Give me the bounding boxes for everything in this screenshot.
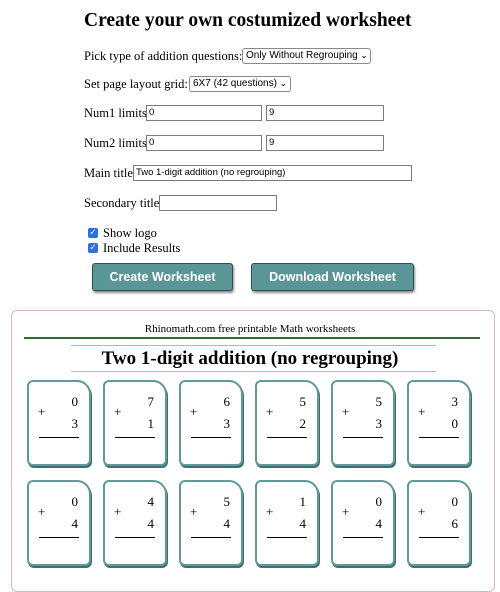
plus-sign: + (114, 504, 122, 519)
title-bottom-rule (71, 371, 436, 372)
layout-select[interactable]: 6X7 (42 questions) ⌄ (189, 76, 291, 92)
addend-top: 1 (299, 494, 307, 509)
addend-top: 6 (223, 394, 231, 409)
type-label: Pick type of addition questions: (84, 49, 243, 63)
num1-min-input[interactable]: 0 (146, 105, 262, 121)
answer-line (343, 437, 383, 438)
problem-card: +3 0 (407, 380, 471, 466)
answer-line (419, 537, 459, 538)
problem-card: +4 4 (103, 480, 167, 566)
chevron-down-icon: ⌄ (360, 51, 368, 60)
addend-bottom: 1 (147, 416, 155, 431)
problem-card: +0 6 (407, 480, 471, 566)
main-title-label: Main title (84, 166, 133, 180)
plus-sign: + (38, 404, 46, 419)
addend-bottom: 3 (71, 416, 79, 431)
layout-label: Set page layout grid: (84, 77, 188, 91)
problem-card: +0 3 (27, 380, 91, 466)
addend-top: 0 (71, 394, 79, 409)
answer-line (39, 437, 79, 438)
title-top-rule (71, 345, 436, 346)
type-select[interactable]: Only Without Regrouping ⌄ (242, 48, 372, 64)
num1-label: Num1 limits (84, 106, 147, 120)
addend-bottom: 2 (299, 416, 307, 431)
addend-top: 5 (375, 394, 383, 409)
addend-bottom: 6 (451, 516, 459, 531)
num2-max-input[interactable]: 9 (266, 135, 384, 151)
plus-sign: + (418, 404, 426, 419)
create-worksheet-button[interactable]: Create Worksheet (92, 263, 233, 291)
include-results-label: Include Results (103, 241, 181, 255)
num2-label: Num2 limits (84, 136, 147, 150)
addend-top: 0 (71, 494, 79, 509)
num2-min-input[interactable]: 0 (146, 135, 262, 151)
plus-sign: + (190, 404, 198, 419)
addend-bottom: 4 (299, 516, 307, 531)
addend-top: 5 (299, 394, 307, 409)
main-title-input[interactable]: Two 1-digit addition (no regrouping) (133, 165, 412, 181)
answer-line (191, 437, 231, 438)
addend-top: 3 (451, 394, 459, 409)
answer-line (267, 437, 307, 438)
plus-sign: + (266, 504, 274, 519)
answer-line (267, 537, 307, 538)
plus-sign: + (418, 504, 426, 519)
plus-sign: + (266, 404, 274, 419)
layout-select-value: 6X7 (42 questions) (193, 78, 277, 89)
addend-bottom: 4 (147, 516, 155, 531)
answer-line (39, 537, 79, 538)
addend-bottom: 4 (71, 516, 79, 531)
type-select-value: Only Without Regrouping (246, 50, 358, 61)
plus-sign: + (190, 504, 198, 519)
problem-card: +5 2 (255, 380, 319, 466)
addend-bottom: 4 (375, 516, 383, 531)
addend-bottom: 3 (223, 416, 231, 431)
addend-top: 4 (147, 494, 155, 509)
problem-card: +0 4 (331, 480, 395, 566)
plus-sign: + (342, 504, 350, 519)
problem-card: +1 4 (255, 480, 319, 566)
problem-card: +6 3 (179, 380, 243, 466)
include-results-checkbox[interactable]: ✓ (88, 243, 98, 253)
secondary-title-label: Secondary title (84, 196, 160, 210)
answer-line (343, 537, 383, 538)
answer-line (419, 437, 459, 438)
problem-card: +7 1 (103, 380, 167, 466)
answer-line (191, 537, 231, 538)
addend-bottom: 0 (451, 416, 459, 431)
addend-top: 0 (451, 494, 459, 509)
problem-card: +0 4 (27, 480, 91, 566)
plus-sign: + (114, 404, 122, 419)
plus-sign: + (38, 504, 46, 519)
header-divider (24, 337, 480, 339)
problem-card: +5 4 (179, 480, 243, 566)
answer-line (115, 437, 155, 438)
num1-max-input[interactable]: 9 (266, 105, 384, 121)
problem-card: +5 3 (331, 380, 395, 466)
plus-sign: + (342, 404, 350, 419)
show-logo-label: Show logo (103, 226, 157, 240)
chevron-down-icon: ⌄ (279, 79, 287, 88)
answer-line (115, 537, 155, 538)
addend-top: 7 (147, 394, 155, 409)
site-header: Rhinomath.com free printable Math worksh… (144, 323, 356, 335)
addend-bottom: 4 (223, 516, 231, 531)
secondary-title-input[interactable] (159, 195, 277, 211)
download-worksheet-button[interactable]: Download Worksheet (251, 263, 414, 291)
show-logo-checkbox[interactable]: ✓ (88, 228, 98, 238)
addend-top: 5 (223, 494, 231, 509)
worksheet-title: Two 1-digit addition (no regrouping) (101, 348, 399, 369)
addend-top: 0 (375, 494, 383, 509)
addend-bottom: 3 (375, 416, 383, 431)
page-title: Create your own costumized worksheet (84, 10, 412, 31)
